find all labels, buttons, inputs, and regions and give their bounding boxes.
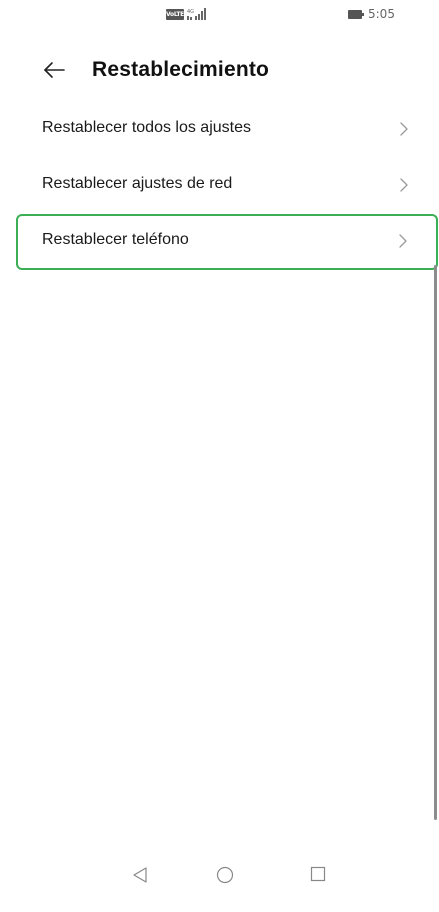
nav-recents-icon[interactable] (310, 866, 326, 882)
svg-text:4G: 4G (187, 9, 194, 15)
reset-network-settings-item[interactable]: Restablecer ajustes de red (16, 158, 439, 214)
chevron-right-icon (399, 234, 407, 248)
battery-icon (348, 10, 364, 19)
scrollbar[interactable] (434, 265, 437, 820)
status-time: 5:05 (368, 7, 395, 21)
chevron-right-icon (400, 178, 408, 192)
nav-back-icon[interactable] (131, 866, 149, 884)
header: Restablecimiento (0, 52, 439, 92)
status-bar: VoLTE 4G 5:05 (0, 0, 439, 30)
list-item-label: Restablecer ajustes de red (42, 175, 233, 192)
navigation-bar (0, 852, 439, 912)
settings-list: Restablecer todos los ajustes Restablece… (16, 102, 439, 270)
reset-phone-item[interactable]: Restablecer teléfono (16, 214, 438, 270)
list-item-label: Restablecer todos los ajustes (42, 119, 251, 136)
page-title: Restablecimiento (92, 58, 270, 81)
reset-all-settings-item[interactable]: Restablecer todos los ajustes (16, 102, 439, 158)
list-item-label: Restablecer teléfono (42, 231, 189, 248)
signal-icon: 4G (187, 8, 206, 20)
volte-icon: VoLTE (166, 9, 184, 20)
chevron-right-icon (400, 122, 408, 136)
arrow-left-icon[interactable] (42, 58, 66, 82)
nav-home-icon[interactable] (216, 866, 234, 884)
